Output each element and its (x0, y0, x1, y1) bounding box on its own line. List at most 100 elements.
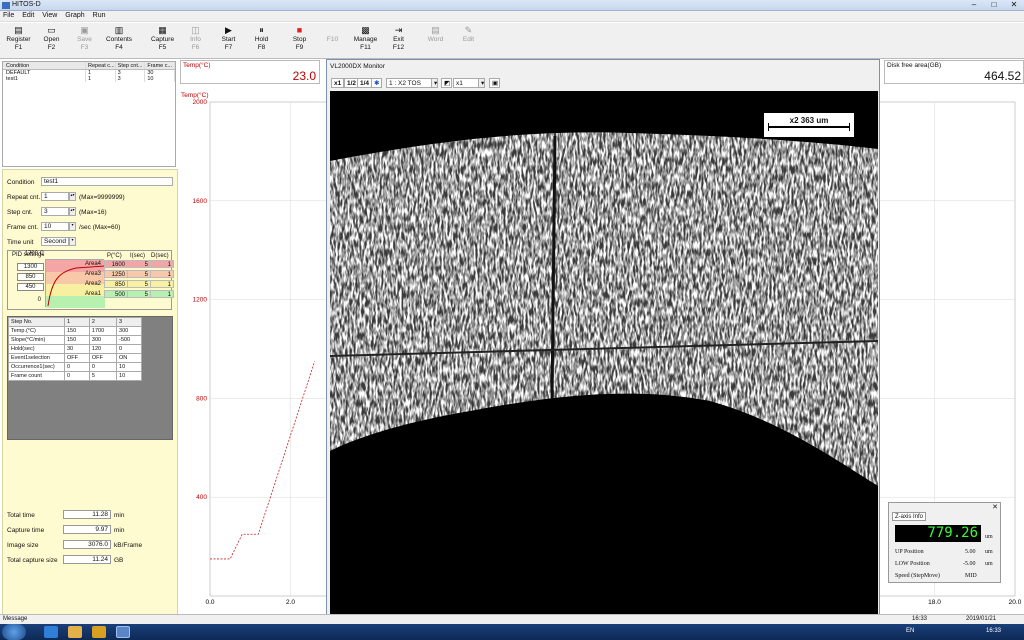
menu-edit[interactable]: Edit (19, 11, 37, 20)
pid-area-label: Area1 (84, 291, 101, 297)
x-tick-label: 20.0 (1009, 599, 1022, 606)
condition-label: Condition (7, 179, 35, 186)
step-spinner[interactable]: ▴▾ (69, 207, 76, 216)
status-date: 2019/01/21 (966, 616, 997, 622)
pid-d-cell[interactable]: 1 (150, 280, 174, 288)
table-row[interactable]: Temp.(°C) 150 1700 300 (8, 326, 142, 336)
pid-i-cell[interactable]: 5 (127, 260, 151, 268)
capture-time-value: 9.97 (63, 525, 111, 534)
table-row[interactable]: test1 1 3 10 (3, 76, 176, 82)
pid-p-cell[interactable]: 1600 (104, 260, 128, 268)
info-button[interactable]: ◫ Info F6 (179, 25, 212, 52)
table-row[interactable]: Occurrence1(sec) 0 0 10 (8, 362, 142, 372)
exit-button[interactable]: ⇥ Exit F12 (382, 25, 415, 52)
scale-bar: x2 363 um (764, 113, 854, 137)
frame-select[interactable]: 10 (41, 222, 69, 231)
settings-icon[interactable]: ✱ (371, 78, 383, 88)
close-icon[interactable]: ✕ (992, 503, 998, 511)
col-condition[interactable]: Condition (3, 62, 86, 69)
total-time-label: Total time (7, 512, 35, 519)
pid-i-cell[interactable]: 5 (127, 280, 151, 288)
z-axis-panel[interactable]: ✕ Z-axis Info 779.26 um UP Position 5.00… (888, 502, 1001, 583)
info-icon: ◫ (191, 25, 200, 35)
chevron-down-icon[interactable]: ▾ (478, 78, 485, 88)
pid-i-cell[interactable]: 5 (127, 270, 151, 278)
pid-d-cell[interactable]: 1 (150, 260, 174, 268)
table-row[interactable]: Slope(°C/min) 150 300 -500 (8, 335, 142, 345)
pid-d-cell[interactable]: 1 (150, 290, 174, 298)
up-position-unit: um (985, 549, 993, 555)
zoom-x1-button[interactable]: x1 (331, 78, 345, 88)
pid-p-cell[interactable]: 850 (104, 280, 128, 288)
window-icon[interactable]: ▣ (489, 78, 500, 88)
timeunit-select[interactable]: Second (41, 237, 69, 246)
y-tick-label: 1200 (193, 297, 208, 304)
chevron-down-icon[interactable]: ▾ (431, 78, 438, 88)
language-indicator[interactable]: EN (906, 628, 914, 634)
toolbar: ▤ Register F1 ▭ Open F2 ▣ Save F3 ▥ Contents F4 … (0, 23, 1024, 59)
menu-run[interactable]: Run (90, 11, 109, 20)
step-input[interactable]: 3 (41, 207, 69, 216)
menu-graph[interactable]: Graph (62, 11, 87, 20)
condition-input[interactable]: test1 (41, 177, 173, 186)
save-button[interactable]: ▣ Save F3 (68, 25, 101, 52)
pid-axis-value[interactable]: 1300 (17, 263, 44, 271)
manage-button[interactable]: ▩ Manage F11 (349, 25, 382, 52)
table-row[interactable]: Frame count 0 5 10 (8, 371, 142, 381)
capture-button[interactable]: ▦ Capture F5 (146, 25, 179, 52)
table-row[interactable]: Hold(sec) 30 120 0 (8, 344, 142, 354)
capture-icon: ▦ (158, 25, 167, 35)
copy-icon[interactable]: ◩ (441, 78, 452, 88)
open-button[interactable]: ▭ Open F2 (35, 25, 68, 52)
stop-button[interactable]: ■ Stop F9 (283, 25, 316, 52)
pid-p-cell[interactable]: 500 (104, 290, 128, 298)
stop-icon: ■ (296, 25, 303, 35)
start-button[interactable] (2, 624, 26, 640)
left-panel: Condition Repeat c... Step cnt... Frame … (0, 59, 181, 631)
pid-axis-value[interactable]: 850 (17, 273, 44, 281)
hold-button[interactable]: ⏸ Hold F8 (245, 25, 278, 52)
total-capture-value: 11.24 (63, 555, 111, 564)
minimize-button[interactable]: – (964, 0, 984, 10)
app-task-icon[interactable] (116, 626, 130, 638)
chevron-down-icon[interactable]: ▾ (69, 222, 76, 231)
repeat-input[interactable]: 1 (41, 192, 69, 201)
col-step[interactable]: Step cnt... (116, 62, 146, 69)
image-size-value: 3076.0 (63, 540, 111, 549)
chevron-down-icon[interactable]: ▾ (69, 237, 76, 246)
temperature-readout: Temp(°C) 23.0 (180, 60, 320, 84)
condition-table[interactable]: Condition Repeat c... Step cnt... Frame … (2, 61, 176, 167)
word-button[interactable]: ▤ Word (419, 25, 452, 44)
app-icon (2, 2, 10, 9)
menu-file[interactable]: File (0, 11, 17, 20)
zoom-quarter-button[interactable]: 1/4 (357, 78, 373, 88)
pid-p-cell[interactable]: 1250 (104, 270, 128, 278)
close-button[interactable]: ✕ (1004, 0, 1024, 10)
pid-i-cell[interactable]: 5 (127, 290, 151, 298)
clock[interactable]: 16:33 (986, 628, 1001, 634)
table-row[interactable]: Event1selection OFF OFF ON (8, 353, 142, 363)
pid-axis-value[interactable]: 450 (17, 283, 44, 291)
step-label: Step cnt. (7, 209, 33, 216)
folder-icon[interactable] (68, 626, 82, 638)
disk-readout: Disk free area(GB) 464.52 (884, 60, 1024, 84)
pid-d-cell[interactable]: 1 (150, 270, 174, 278)
low-position-label: LOW Position (895, 561, 930, 567)
maximize-button[interactable]: □ (984, 0, 1004, 10)
register-button[interactable]: ▤ Register F1 (2, 25, 35, 52)
menu-view[interactable]: View (39, 11, 60, 20)
monitor-window[interactable]: VL2000DX Monitor x1 1/2 1/4 ✱ 1 : X2 TOS… (326, 59, 880, 640)
ie-icon[interactable] (44, 626, 58, 638)
pid-area-label: Area2 (84, 281, 101, 287)
col-frame[interactable]: Frame c... (145, 62, 176, 69)
start-button[interactable]: ▶ Start F7 (212, 25, 245, 52)
col-repeat[interactable]: Repeat c... (86, 62, 116, 69)
edit-icon: ✎ (464, 25, 473, 35)
repeat-spinner[interactable]: ▴▾ (69, 192, 76, 201)
media-icon[interactable] (92, 626, 106, 638)
edit-button[interactable]: ✎ Edit (452, 25, 485, 44)
z-axis-tab[interactable]: Z-axis Info (892, 512, 926, 521)
z-axis-reading: 779.26 (895, 525, 981, 542)
contents-button[interactable]: ▥ Contents F4 (101, 25, 137, 52)
f10-button[interactable]: F10 (316, 25, 349, 44)
